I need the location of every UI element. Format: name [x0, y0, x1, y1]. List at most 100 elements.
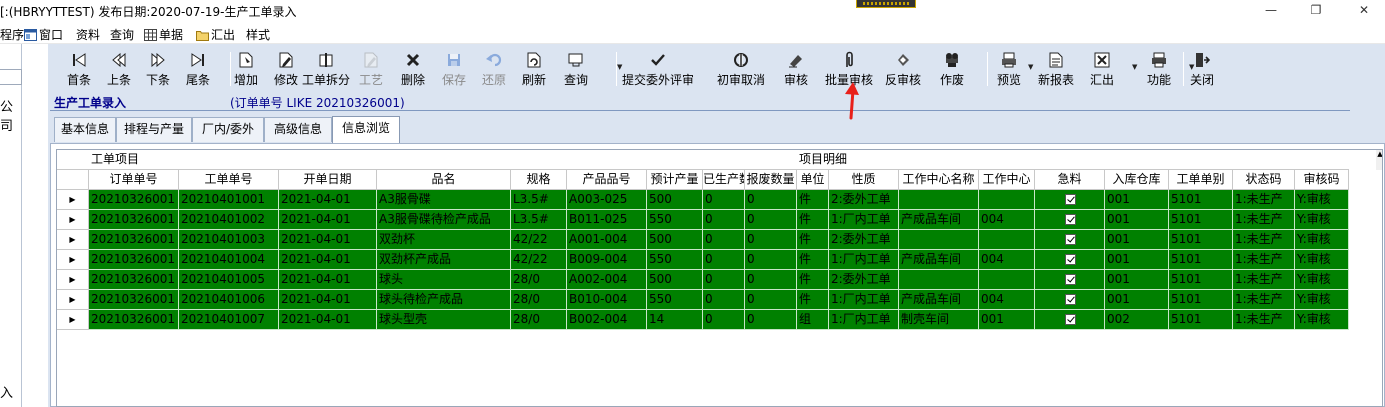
menu-data[interactable]: 资料 — [76, 26, 100, 43]
column-header[interactable]: 急料 — [1035, 170, 1105, 190]
menu-style[interactable]: 样式 — [246, 26, 270, 43]
column-header[interactable]: 状态码 — [1233, 170, 1295, 190]
checkbox-checked-icon[interactable] — [1065, 294, 1076, 305]
table-cell: Y:审核 — [1295, 190, 1349, 210]
table-row[interactable]: ▶ 20210326001 20210401006 2021-04-01 球头待检产成品… — [57, 290, 1382, 310]
checkbox-checked-icon[interactable] — [1065, 274, 1076, 285]
column-header[interactable]: 工单单别 — [1169, 170, 1233, 190]
unapprove-icon — [894, 51, 912, 69]
table-row[interactable]: ▶ 20210326001 20210401001 2021-04-01 A3服骨碟 L3… — [57, 190, 1382, 210]
table-cell: Y:审核 — [1295, 210, 1349, 230]
row-indicator-icon: ▶ — [57, 190, 89, 210]
column-header[interactable]: 规格 — [511, 170, 567, 190]
column-header[interactable]: 性质 — [829, 170, 899, 190]
checkbox-checked-icon[interactable] — [1065, 314, 1076, 325]
dropdown-arrow-icon[interactable]: ▼ — [1132, 63, 1137, 71]
column-header[interactable]: 单位 — [797, 170, 829, 190]
column-header[interactable]: 品名 — [377, 170, 511, 190]
table-cell: 件 — [797, 190, 829, 210]
taskbar-thumbnail[interactable] — [856, 0, 916, 8]
column-header[interactable]: 报废数量 — [745, 170, 797, 190]
table-cell: 2021-04-01 — [279, 270, 377, 290]
close-button[interactable]: ✕ — [1356, 3, 1372, 17]
toolbar-button-query[interactable]: 查询 — [536, 48, 616, 90]
menu-export[interactable]: 汇出 — [196, 26, 235, 43]
table-cell: 0 — [745, 310, 797, 330]
table-cell: L3.5# — [511, 190, 567, 210]
table-row[interactable]: ▶ 20210326001 20210401007 2021-04-01 球头型壳 28/… — [57, 310, 1382, 330]
toolbar-button-label: 查询 — [563, 73, 588, 87]
table-cell: A3服骨碟 — [377, 190, 511, 210]
tab-info-browse[interactable]: 信息浏览 — [332, 116, 400, 143]
table-cell: 28/0 — [511, 270, 567, 290]
menu-window[interactable]: 窗口 — [24, 26, 63, 43]
table-row[interactable]: ▶ 20210326001 20210401002 2021-04-01 A3服骨碟待检… — [57, 210, 1382, 230]
table-cell: 1:厂内工单 — [829, 310, 899, 330]
table-row[interactable]: ▶ 20210326001 20210401004 2021-04-01 双劲杯产成品 4… — [57, 250, 1382, 270]
table-cell: 0 — [703, 210, 745, 230]
table-cell — [979, 190, 1035, 210]
dropdown-arrow-icon[interactable]: ▼ — [1189, 63, 1194, 71]
table-cell: 5101 — [1169, 270, 1233, 290]
table-cell: B010-004 — [567, 290, 647, 310]
table-cell: 0 — [745, 250, 797, 270]
table-cell: 球头 — [377, 270, 511, 290]
column-header[interactable]: 订单单号 — [89, 170, 179, 190]
tab-basic-info[interactable]: 基本信息 — [54, 117, 116, 142]
column-header[interactable]: 产品品号 — [567, 170, 647, 190]
table-row[interactable]: ▶ 20210326001 20210401005 2021-04-01 球头 28/0 A… — [57, 270, 1382, 290]
column-header[interactable]: 已生产数 — [703, 170, 745, 190]
checkbox-checked-icon[interactable] — [1065, 214, 1076, 225]
urgent-checkbox-cell — [1035, 190, 1105, 210]
table-cell: A3服骨碟待检产成品 — [377, 210, 511, 230]
toolbar-button-submit[interactable]: 提交委外评审 — [618, 48, 698, 90]
table-cell: 001 — [1105, 230, 1169, 250]
scroll-up-icon[interactable]: ▲ — [1376, 150, 1382, 170]
column-header[interactable]: 审核码 — [1295, 170, 1349, 190]
urgent-checkbox-cell — [1035, 270, 1105, 290]
menu-documents[interactable]: 单据 — [144, 26, 183, 43]
grid-header-corner — [57, 170, 89, 190]
column-header[interactable]: 工单单号 — [179, 170, 279, 190]
menu-program[interactable]: 程序 — [0, 26, 24, 43]
table-cell: 2:委外工单 — [829, 270, 899, 290]
tab-inhouse-outsource[interactable]: 厂内/委外 — [192, 117, 264, 142]
tab-advanced-info[interactable]: 高级信息 — [264, 117, 332, 142]
column-header[interactable]: 工作中心 — [979, 170, 1035, 190]
row-indicator-icon: ▶ — [57, 270, 89, 290]
band-item-detail: 项目明细 — [797, 150, 1349, 170]
restore-button[interactable]: ❐ — [1308, 3, 1324, 17]
table-cell: 球头型壳 — [377, 310, 511, 330]
table-cell: 004 — [979, 210, 1035, 230]
table-cell: 0 — [745, 230, 797, 250]
column-header[interactable]: 入库仓库 — [1105, 170, 1169, 190]
column-header[interactable]: 开单日期 — [279, 170, 377, 190]
grid-band-header: 工单项目 项目明细 ▲ — [57, 150, 1382, 170]
tab-schedule-output[interactable]: 排程与产量 — [116, 117, 192, 142]
minimize-button[interactable]: — — [1263, 3, 1279, 17]
column-header[interactable]: 工作中心名称 — [899, 170, 979, 190]
table-cell: A001-004 — [567, 230, 647, 250]
batch-approve-icon — [840, 51, 858, 69]
dropdown-arrow-icon[interactable]: ▼ — [1028, 63, 1033, 71]
checkbox-checked-icon[interactable] — [1065, 254, 1076, 265]
table-cell: B011-025 — [567, 210, 647, 230]
query-condition: (订单单号 LIKE 20210326001) — [230, 96, 405, 110]
close-door-icon — [1193, 51, 1211, 69]
table-cell: 28/0 — [511, 290, 567, 310]
column-header[interactable]: 预计产量 — [647, 170, 703, 190]
window-title: [:(HBRYYTTEST) 发布日期:2020-07-19-生产工单录入 — [0, 5, 297, 19]
query-icon — [567, 51, 585, 69]
toolbar-button-close-door[interactable]: 关闭 — [1162, 48, 1242, 90]
table-cell: 1:厂内工单 — [829, 250, 899, 270]
dropdown-arrow-icon[interactable]: ▼ — [617, 63, 622, 71]
table-cell: 5101 — [1169, 250, 1233, 270]
checkbox-checked-icon[interactable] — [1065, 234, 1076, 245]
table-cell: 14 — [647, 310, 703, 330]
table-cell: 28/0 — [511, 310, 567, 330]
menu-query[interactable]: 查询 — [110, 26, 134, 43]
table-row[interactable]: ▶ 20210326001 20210401003 2021-04-01 双劲杯 42/2… — [57, 230, 1382, 250]
checkbox-checked-icon[interactable] — [1065, 194, 1076, 205]
left-input-box[interactable] — [0, 69, 22, 85]
table-cell: 件 — [797, 210, 829, 230]
